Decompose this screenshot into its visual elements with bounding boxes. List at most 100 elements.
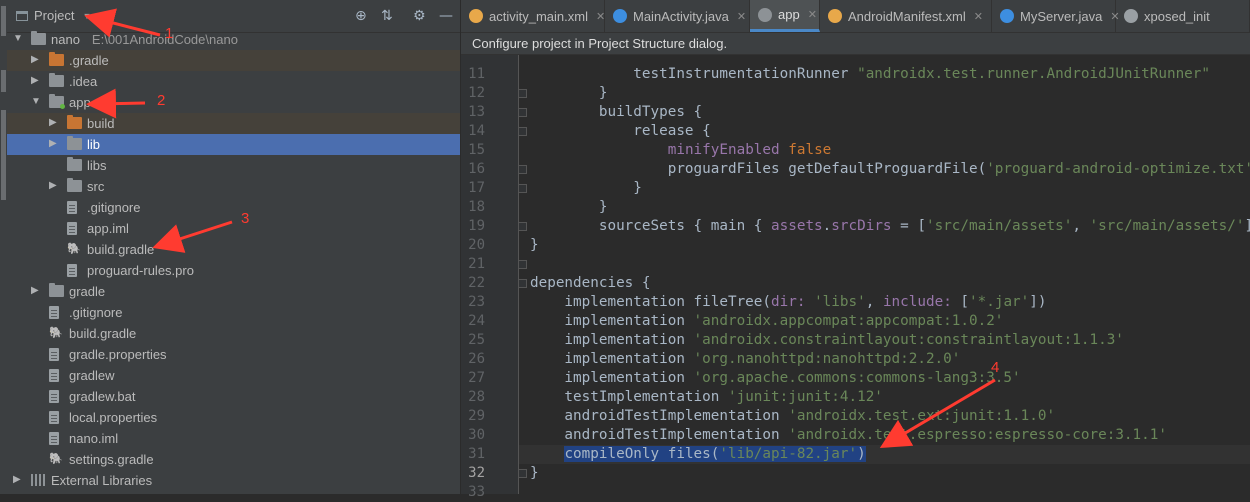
close-icon[interactable]: ✕ xyxy=(737,10,746,23)
fold-marker-icon[interactable] xyxy=(518,108,527,117)
code-token: , xyxy=(1072,218,1090,234)
tree-row[interactable]: gradle.properties xyxy=(7,344,460,365)
editor-tab[interactable]: MainActivity.java ✕ xyxy=(605,0,750,32)
tree-row-label: app.iml xyxy=(87,221,129,236)
tree-row[interactable]: 🐘 settings.gradle xyxy=(7,449,460,470)
gear-icon[interactable]: ⚙ xyxy=(413,8,426,24)
locate-target-icon[interactable]: ⊕ xyxy=(355,8,367,24)
code-line[interactable]: buildTypes { xyxy=(530,103,702,122)
tree-row-label: local.properties xyxy=(69,410,157,425)
editor-tab[interactable]: AndroidManifest.xml ✕ xyxy=(820,0,992,32)
code-line[interactable]: testImplementation 'junit:junit:4.12' xyxy=(530,388,883,407)
editor-notification-bar[interactable]: Configure project in Project Structure d… xyxy=(461,33,1250,55)
tree-row-name: gradlew xyxy=(69,368,115,383)
chevron-right-icon[interactable]: ▶ xyxy=(49,180,57,191)
code-line[interactable]: implementation 'org.nanohttpd:nanohttpd:… xyxy=(530,350,960,369)
tree-row[interactable]: 🐘 build.gradle xyxy=(7,239,460,260)
code-line[interactable]: } xyxy=(530,464,539,483)
code-line[interactable]: implementation fileTree(dir: 'libs', inc… xyxy=(530,293,1046,312)
fold-marker-icon[interactable] xyxy=(518,260,527,269)
editor-tab-label: activity_main.xml xyxy=(489,8,588,24)
editor-tab[interactable]: app ✕ xyxy=(750,0,820,32)
tree-row[interactable]: local.properties xyxy=(7,407,460,428)
tree-row[interactable]: .gitignore xyxy=(7,197,460,218)
code-line[interactable]: dependencies { xyxy=(530,274,651,293)
chevron-right-icon[interactable]: ▶ xyxy=(31,75,39,86)
chevron-right-icon[interactable]: ▶ xyxy=(49,138,57,149)
tree-row[interactable]: .gitignore xyxy=(7,302,460,323)
close-icon[interactable]: ✕ xyxy=(596,10,605,23)
code-line[interactable]: androidTestImplementation 'androidx.test… xyxy=(530,426,1167,445)
project-panel: Project ▼ ⊕ ⇅ ⚙ — ▼ nano E:\001AndroidCode… xyxy=(7,0,461,494)
close-icon[interactable]: ✕ xyxy=(808,8,817,21)
chevron-down-icon[interactable]: ▼ xyxy=(13,33,23,44)
tree-row[interactable]: gradlew xyxy=(7,365,460,386)
tree-row[interactable]: proguard-rules.pro xyxy=(7,260,460,281)
line-number: 19 xyxy=(468,218,485,234)
fold-marker-icon[interactable] xyxy=(518,184,527,193)
fold-marker-icon[interactable] xyxy=(518,165,527,174)
annotation-label-3: 3 xyxy=(241,210,250,227)
collapse-all-icon[interactable]: ⇅ xyxy=(381,8,393,24)
chevron-right-icon[interactable]: ▶ xyxy=(31,54,39,65)
code-line[interactable]: } xyxy=(530,84,608,103)
code-line[interactable]: implementation 'androidx.constraintlayou… xyxy=(530,331,1124,350)
tree-row[interactable]: ▶ gradle xyxy=(7,281,460,302)
close-icon[interactable]: ✕ xyxy=(974,10,983,23)
chevron-right-icon[interactable]: ▶ xyxy=(31,285,39,296)
project-view-selector[interactable]: Project ▼ xyxy=(16,8,91,23)
tree-row[interactable]: gradlew.bat xyxy=(7,386,460,407)
fold-marker-icon[interactable] xyxy=(518,89,527,98)
editor-tab[interactable]: MyServer.java ✕ xyxy=(992,0,1120,32)
tree-row[interactable]: ▼ app xyxy=(7,92,460,113)
tree-row[interactable]: ▶ build xyxy=(7,113,460,134)
tree-row[interactable]: app.iml xyxy=(7,218,460,239)
chevron-down-icon[interactable]: ▼ xyxy=(31,96,41,107)
file-icon xyxy=(49,411,59,424)
code-line[interactable]: sourceSets { main { assets.srcDirs = ['s… xyxy=(530,217,1250,236)
chevron-down-icon: ▼ xyxy=(82,10,92,21)
code-line[interactable]: minifyEnabled false xyxy=(530,141,832,160)
code-line[interactable]: compileOnly files('lib/api-82.jar') xyxy=(530,445,866,464)
fold-marker-icon[interactable] xyxy=(518,279,527,288)
code-line[interactable]: } xyxy=(530,236,539,255)
chevron-right-icon[interactable]: ▶ xyxy=(13,474,21,485)
tree-row[interactable]: ▼ nano E:\001AndroidCode\nano xyxy=(7,29,460,50)
code-line[interactable]: } xyxy=(530,179,642,198)
file-icon xyxy=(49,390,59,403)
tool-window-structure-button[interactable] xyxy=(1,110,6,200)
tree-row[interactable]: ▶ .gradle xyxy=(7,50,460,71)
code-line[interactable]: } xyxy=(530,198,608,217)
code-token: , xyxy=(865,294,883,310)
tree-row[interactable]: ▶ src xyxy=(7,176,460,197)
selected-code-token: ) xyxy=(857,446,866,462)
tree-row[interactable]: 🐘 build.gradle xyxy=(7,323,460,344)
code-token: ] xyxy=(1244,218,1250,234)
code-line[interactable]: implementation 'org.apache.commons:commo… xyxy=(530,369,1020,388)
fold-marker-icon[interactable] xyxy=(518,469,527,478)
code-line[interactable]: androidTestImplementation 'androidx.test… xyxy=(530,407,1055,426)
tree-row[interactable]: ▶ External Libraries xyxy=(7,470,460,491)
tool-window-resource-button[interactable] xyxy=(1,70,6,92)
code-line[interactable]: proguardFiles getDefaultProguardFile('pr… xyxy=(530,160,1250,179)
fold-marker-icon[interactable] xyxy=(518,127,527,136)
editor-tab[interactable]: activity_main.xml ✕ xyxy=(461,0,605,32)
fold-marker-icon[interactable] xyxy=(518,222,527,231)
tree-row[interactable]: ▶ .idea xyxy=(7,71,460,92)
tree-row[interactable]: libs xyxy=(7,155,460,176)
tree-row[interactable]: ▶ lib xyxy=(7,134,460,155)
chevron-right-icon[interactable]: ▶ xyxy=(49,117,57,128)
code-line[interactable]: release { xyxy=(530,122,710,141)
code-line[interactable]: implementation 'androidx.appcompat:appco… xyxy=(530,312,1003,331)
tree-row[interactable]: nano.iml xyxy=(7,428,460,449)
code-token: implementation xyxy=(530,351,694,367)
project-window-icon xyxy=(16,10,28,21)
code-token: [ xyxy=(960,294,970,310)
tool-window-project-button[interactable] xyxy=(1,6,6,36)
editor-tab[interactable]: xposed_init xyxy=(1116,0,1250,32)
hide-panel-icon[interactable]: — xyxy=(439,8,453,24)
code-line[interactable]: testInstrumentationRunner "androidx.test… xyxy=(530,65,1210,84)
line-number: 15 xyxy=(468,142,485,158)
code-token: } xyxy=(530,199,608,215)
line-number: 26 xyxy=(468,351,485,367)
